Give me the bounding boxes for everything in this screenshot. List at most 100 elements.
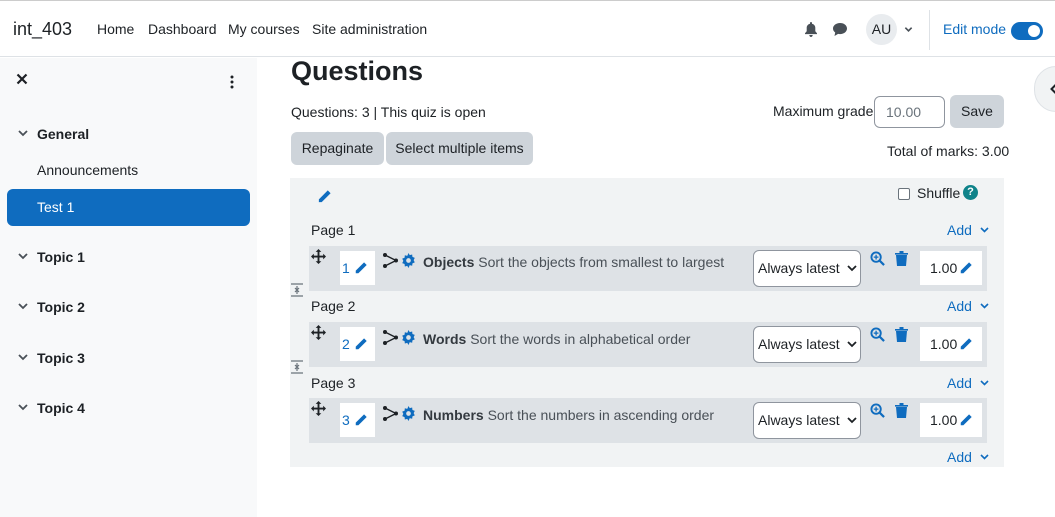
section-title: Topic 4 bbox=[37, 400, 85, 416]
bell-icon[interactable] bbox=[804, 22, 818, 37]
chevron-down-icon[interactable] bbox=[18, 404, 28, 411]
move-icon[interactable] bbox=[311, 249, 326, 264]
move-icon[interactable] bbox=[311, 325, 326, 340]
shuffle-checkbox[interactable] bbox=[898, 188, 910, 200]
site-name[interactable]: int_403 bbox=[13, 19, 72, 40]
maximum-grade-input[interactable]: 10.00 bbox=[874, 96, 945, 128]
edit-mode-label[interactable]: Edit mode bbox=[943, 21, 1006, 37]
select-multiple-items-button[interactable]: Select multiple items bbox=[386, 132, 533, 165]
add-dropdown[interactable]: Add bbox=[947, 298, 989, 314]
slot-number[interactable]: 2 bbox=[342, 336, 350, 352]
edit-pencil-icon[interactable] bbox=[354, 337, 368, 351]
question-text[interactable]: Words Sort the words in alphabetical ord… bbox=[423, 331, 690, 347]
question-text[interactable]: Numbers Sort the numbers in ascending or… bbox=[423, 407, 714, 423]
add-label: Add bbox=[947, 298, 972, 314]
page-label: Page 2 bbox=[311, 298, 356, 314]
slot-number-box[interactable]: 1 bbox=[340, 251, 375, 285]
maximum-grade-label: Maximum grade bbox=[773, 103, 874, 119]
slot-number[interactable]: 1 bbox=[342, 260, 350, 276]
edit-pencil-icon[interactable] bbox=[959, 261, 973, 275]
chevron-down-icon[interactable] bbox=[18, 253, 28, 260]
chevron-down-icon bbox=[980, 454, 989, 460]
section-topic-2[interactable]: Topic 2 bbox=[18, 299, 85, 315]
chevron-down-icon[interactable] bbox=[18, 354, 28, 361]
page-title: Questions bbox=[291, 56, 424, 86]
selected-version: Always latest bbox=[758, 260, 840, 276]
kebab-menu-icon[interactable] bbox=[229, 75, 235, 89]
page-break-icon[interactable] bbox=[291, 283, 303, 297]
close-icon[interactable] bbox=[16, 73, 28, 85]
question-name: Words bbox=[423, 331, 467, 347]
trash-icon[interactable] bbox=[895, 327, 908, 342]
edit-pencil-icon[interactable] bbox=[354, 413, 368, 427]
chevron-down-icon[interactable] bbox=[18, 130, 28, 137]
chevron-down-icon[interactable] bbox=[904, 25, 913, 34]
chevron-down-icon bbox=[980, 303, 989, 309]
quiz-status-text: Questions: 3 | This quiz is open bbox=[291, 104, 486, 120]
question-description: Sort the objects from smallest to larges… bbox=[478, 254, 725, 270]
chat-icon[interactable] bbox=[832, 22, 848, 37]
section-title: Topic 3 bbox=[37, 350, 85, 366]
gear-icon bbox=[402, 406, 415, 421]
user-avatar[interactable]: AU bbox=[866, 14, 897, 45]
shuffle-label[interactable]: Shuffle bbox=[917, 185, 960, 201]
nav-home-link[interactable]: Home bbox=[97, 21, 134, 37]
add-dropdown[interactable]: Add bbox=[947, 375, 989, 391]
section-title: Topic 1 bbox=[37, 249, 85, 265]
gear-icon bbox=[402, 330, 415, 345]
block-drawer-toggle[interactable] bbox=[1034, 66, 1055, 112]
trash-icon[interactable] bbox=[895, 403, 908, 418]
section-topic-1[interactable]: Topic 1 bbox=[18, 249, 85, 265]
edit-mode-toggle[interactable] bbox=[1011, 22, 1043, 40]
section-general[interactable]: General bbox=[18, 126, 89, 142]
max-mark-box[interactable]: 1.00 bbox=[920, 403, 982, 437]
question-name: Objects bbox=[423, 254, 475, 270]
question-version-select[interactable]: Always latest bbox=[753, 326, 861, 363]
page-break-icon[interactable] bbox=[291, 360, 303, 374]
edit-pencil-icon[interactable] bbox=[354, 261, 368, 275]
gear-icon bbox=[402, 253, 415, 268]
drawer-item-test-1[interactable]: Test 1 bbox=[7, 189, 250, 226]
ordering-question-type-icon bbox=[383, 330, 398, 345]
chevron-down-icon bbox=[847, 265, 857, 272]
nav-my-courses-link[interactable]: My courses bbox=[228, 21, 300, 37]
question-description: Sort the numbers in ascending order bbox=[487, 407, 715, 423]
page-label: Page 1 bbox=[311, 222, 356, 238]
max-mark-box[interactable]: 1.00 bbox=[920, 327, 982, 361]
ordering-question-type-icon bbox=[383, 406, 398, 421]
add-label: Add bbox=[947, 449, 972, 465]
slot-number-box[interactable]: 2 bbox=[340, 327, 375, 361]
section-topic-4[interactable]: Topic 4 bbox=[18, 400, 85, 416]
section-title: Topic 2 bbox=[37, 299, 85, 315]
question-text[interactable]: Objects Sort the objects from smallest t… bbox=[423, 254, 724, 270]
chevron-down-icon[interactable] bbox=[18, 303, 28, 310]
selected-version: Always latest bbox=[758, 336, 840, 352]
preview-magnifier-icon[interactable] bbox=[870, 327, 885, 342]
nav-site-administration-link[interactable]: Site administration bbox=[312, 21, 427, 37]
save-button[interactable]: Save bbox=[950, 95, 1004, 128]
add-dropdown[interactable]: Add bbox=[947, 449, 989, 465]
move-icon[interactable] bbox=[311, 401, 326, 416]
question-version-select[interactable]: Always latest bbox=[753, 250, 861, 287]
max-mark-value[interactable]: 1.00 bbox=[930, 412, 957, 428]
trash-icon[interactable] bbox=[895, 251, 908, 266]
slot-number-box[interactable]: 3 bbox=[340, 403, 375, 437]
top-navbar: int_403 Home Dashboard My courses Site a… bbox=[0, 0, 1055, 57]
slot-number[interactable]: 3 bbox=[342, 412, 350, 428]
question-version-select[interactable]: Always latest bbox=[753, 402, 861, 439]
section-topic-3[interactable]: Topic 3 bbox=[18, 350, 85, 366]
course-index-drawer: General Announcements Test 1 Topic 1 Top… bbox=[0, 58, 257, 517]
edit-pencil-icon[interactable] bbox=[959, 413, 973, 427]
max-mark-value[interactable]: 1.00 bbox=[930, 260, 957, 276]
edit-pencil-icon[interactable] bbox=[959, 337, 973, 351]
nav-dashboard-link[interactable]: Dashboard bbox=[148, 21, 217, 37]
preview-magnifier-icon[interactable] bbox=[870, 251, 885, 266]
help-icon[interactable]: ? bbox=[963, 185, 978, 200]
repaginate-button[interactable]: Repaginate bbox=[291, 132, 384, 165]
max-mark-box[interactable]: 1.00 bbox=[920, 251, 982, 285]
edit-pencil-icon[interactable] bbox=[317, 189, 332, 204]
add-dropdown[interactable]: Add bbox=[947, 222, 989, 238]
drawer-item-announcements[interactable]: Announcements bbox=[7, 152, 250, 189]
preview-magnifier-icon[interactable] bbox=[870, 403, 885, 418]
max-mark-value[interactable]: 1.00 bbox=[930, 336, 957, 352]
